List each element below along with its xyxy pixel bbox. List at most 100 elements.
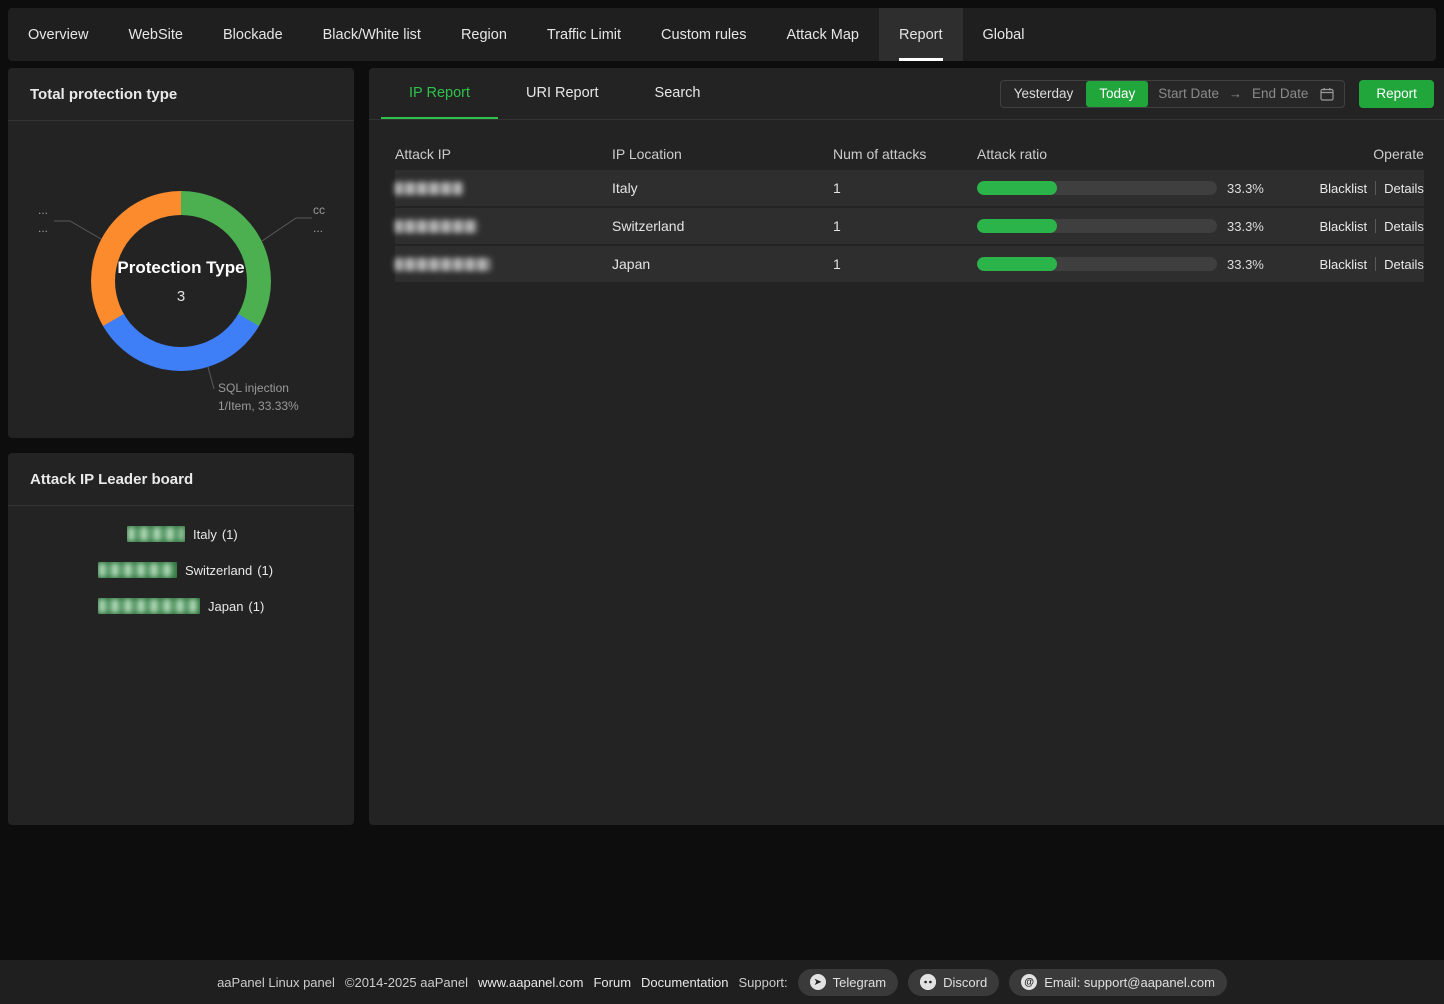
details-link[interactable]: Details	[1384, 219, 1424, 234]
leaderboard-bar-redacted-ip	[98, 598, 200, 614]
telegram-icon: ➤	[810, 974, 826, 990]
footer-support-label: Support:	[738, 975, 787, 990]
tab-ip-report[interactable]: IP Report	[381, 68, 498, 119]
attack-ratio-bar	[977, 181, 1217, 195]
tab-uri-report[interactable]: URI Report	[498, 68, 627, 119]
donut-callout-sql-line1: SQL injection	[218, 379, 299, 397]
discord-button[interactable]: Discord	[908, 969, 999, 996]
telegram-label: Telegram	[833, 975, 886, 990]
donut-callout-sql-injection: SQL injection 1/Item, 33.33%	[218, 379, 299, 415]
report-tabs: IP Report URI Report Search	[381, 68, 728, 119]
footer-brand: aaPanel Linux panel	[217, 975, 335, 990]
nav-item-custom-rules[interactable]: Custom rules	[641, 8, 766, 61]
blacklist-link[interactable]: Blacklist	[1319, 257, 1367, 272]
action-divider	[1375, 219, 1376, 233]
donut-callout-right-line2: ...	[313, 219, 325, 237]
details-link[interactable]: Details	[1384, 181, 1424, 196]
leaderboard-bar-redacted-ip	[98, 562, 177, 578]
blacklist-link[interactable]: Blacklist	[1319, 181, 1367, 196]
redacted-attack-ip	[395, 220, 477, 233]
leaderboard-row: Japan (1)	[98, 598, 354, 614]
arrow-right-icon: →	[1229, 86, 1242, 101]
nav-item-overview[interactable]: Overview	[8, 8, 108, 61]
footer: aaPanel Linux panel ©2014-2025 aaPanel w…	[0, 960, 1444, 1004]
num-attacks: 1	[833, 180, 977, 196]
col-header-attack-ratio: Attack ratio	[977, 146, 1274, 162]
date-range-group: Yesterday Today Start Date → End Date	[1000, 80, 1346, 108]
donut-center-value: 3	[177, 288, 185, 305]
ip-location: Japan	[612, 256, 833, 272]
discord-label: Discord	[943, 975, 987, 990]
details-link[interactable]: Details	[1384, 257, 1424, 272]
table-row: Italy 1 33.3% Blacklist Details	[395, 170, 1424, 206]
report-card-header: IP Report URI Report Search Yesterday To…	[369, 68, 1444, 120]
top-nav: Overview WebSite Blockade Black/White li…	[8, 8, 1436, 61]
ip-report-table: Attack IP IP Location Num of attacks Att…	[369, 120, 1444, 284]
num-attacks: 1	[833, 256, 977, 272]
leaderboard-count: (1)	[222, 527, 238, 542]
action-divider	[1375, 181, 1376, 195]
total-protection-card: Total protection type Protection Type 3	[8, 68, 354, 438]
attack-ip-leaderboard-card: Attack IP Leader board Italy (1) Switzer…	[8, 453, 354, 825]
nav-item-black-white-list[interactable]: Black/White list	[303, 8, 441, 61]
blacklist-link[interactable]: Blacklist	[1319, 219, 1367, 234]
action-divider	[1375, 257, 1376, 271]
donut-callout-left: ... ...	[38, 201, 48, 237]
table-header-row: Attack IP IP Location Num of attacks Att…	[395, 138, 1424, 170]
today-button[interactable]: Today	[1086, 81, 1148, 107]
report-button[interactable]: Report	[1359, 80, 1434, 108]
tab-search[interactable]: Search	[627, 68, 729, 119]
ip-location: Switzerland	[612, 218, 833, 234]
nav-item-traffic-limit[interactable]: Traffic Limit	[527, 8, 641, 61]
calendar-icon[interactable]	[1320, 87, 1334, 101]
protection-donut: Protection Type 3	[91, 191, 271, 371]
donut-callout-sql-line2: 1/Item, 33.33%	[218, 397, 299, 415]
discord-icon	[920, 974, 936, 990]
attack-ratio-bar	[977, 257, 1217, 271]
num-attacks: 1	[833, 218, 977, 234]
footer-forum-link[interactable]: Forum	[593, 975, 631, 990]
leaderboard-chart: Italy (1) Switzerland (1) Japan (1)	[8, 506, 354, 614]
attack-ratio-bar	[977, 219, 1217, 233]
email-icon: @	[1021, 974, 1037, 990]
total-protection-header: Total protection type	[8, 68, 354, 121]
nav-item-global[interactable]: Global	[963, 8, 1045, 61]
footer-copyright: ©2014-2025 aaPanel	[345, 975, 468, 990]
col-header-num-attacks: Num of attacks	[833, 146, 977, 162]
redacted-attack-ip	[395, 182, 463, 195]
donut-callout-right-line1: cc	[313, 201, 325, 219]
protection-donut-chart: Protection Type 3 ... ... cc ... SQL inj…	[8, 121, 354, 437]
leaderboard-row: Switzerland (1)	[98, 562, 354, 578]
footer-site-link[interactable]: www.aapanel.com	[478, 975, 584, 990]
leaderboard-header: Attack IP Leader board	[8, 453, 354, 506]
leaderboard-country: Japan	[208, 599, 243, 614]
leaderboard-count: (1)	[257, 563, 273, 578]
attack-ratio-percent: 33.3%	[1227, 219, 1264, 234]
nav-item-blockade[interactable]: Blockade	[203, 8, 303, 61]
col-header-attack-ip: Attack IP	[395, 146, 612, 162]
telegram-button[interactable]: ➤ Telegram	[798, 969, 898, 996]
waf-report-screen: Overview WebSite Blockade Black/White li…	[0, 0, 1444, 1004]
yesterday-button[interactable]: Yesterday	[1001, 81, 1087, 107]
ip-location: Italy	[612, 180, 833, 196]
leaderboard-country: Italy	[193, 527, 217, 542]
donut-center-title: Protection Type	[117, 258, 244, 278]
end-date-input[interactable]: End Date	[1242, 86, 1318, 101]
start-date-input[interactable]: Start Date	[1148, 86, 1229, 101]
email-support-button[interactable]: @ Email: support@aapanel.com	[1009, 969, 1227, 996]
redacted-attack-ip	[395, 258, 491, 271]
footer-documentation-link[interactable]: Documentation	[641, 975, 728, 990]
table-row: Switzerland 1 33.3% Blacklist Details	[395, 208, 1424, 244]
col-header-ip-location: IP Location	[612, 146, 833, 162]
col-header-operate: Operate	[1274, 146, 1424, 162]
donut-callout-right: cc ...	[313, 201, 325, 237]
nav-item-website[interactable]: WebSite	[108, 8, 203, 61]
leaderboard-count: (1)	[248, 599, 264, 614]
nav-item-report[interactable]: Report	[879, 8, 963, 61]
total-protection-title: Total protection type	[30, 86, 177, 103]
protection-donut-center: Protection Type 3	[115, 215, 247, 347]
nav-item-attack-map[interactable]: Attack Map	[766, 8, 879, 61]
donut-callout-left-line1: ...	[38, 201, 48, 219]
nav-item-region[interactable]: Region	[441, 8, 527, 61]
leaderboard-row: Italy (1)	[127, 526, 354, 542]
